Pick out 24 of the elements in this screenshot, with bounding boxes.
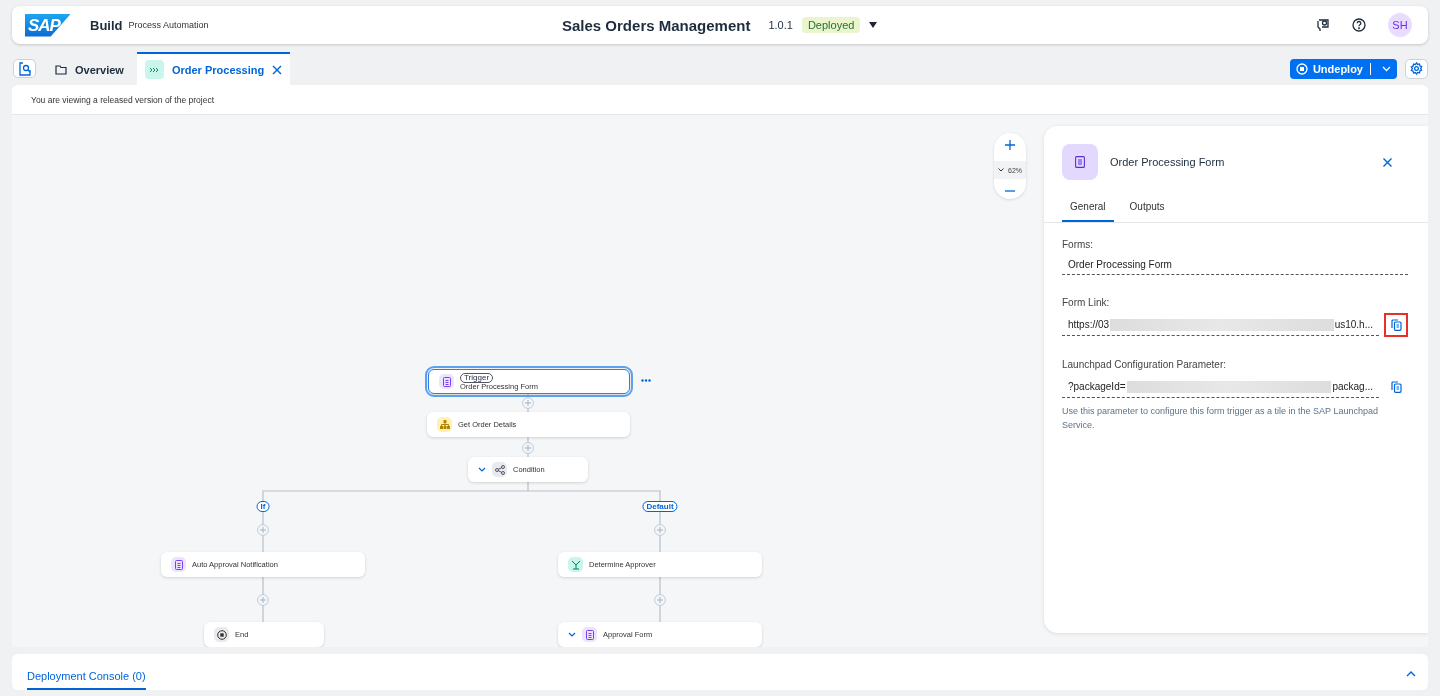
status-badge: Deployed	[801, 17, 861, 33]
logo[interactable]: SAP	[25, 13, 71, 37]
project-title: Sales Orders Management	[562, 16, 751, 34]
field-value: ?packageId= packag...	[1062, 376, 1379, 398]
field-hint: Use this parameter to configure this form trigger as a tile in the SAP Launchpad Service.	[1062, 405, 1379, 432]
console-tab[interactable]: Deployment Console (0)	[27, 670, 146, 690]
field-label: Forms:	[1062, 239, 1095, 250]
panel-tab[interactable]: Outputs	[1121, 196, 1173, 222]
info-message: You are viewing a released version of the project	[31, 94, 215, 105]
branch-label: If	[256, 501, 270, 512]
field-value: Order Processing Form	[1062, 255, 1408, 275]
undeploy-button[interactable]: Undeploy	[1289, 58, 1397, 79]
product-name: Build	[90, 17, 123, 33]
user-avatar[interactable]: SH	[1388, 13, 1412, 37]
editor-tab[interactable]: Order Processing	[136, 52, 291, 85]
field-value: https://03 us10.h...	[1062, 314, 1379, 336]
version-label: 1.0.1	[768, 19, 793, 31]
editor-tab[interactable]: Overview	[45, 52, 134, 85]
panel-title: Order Processing Form	[1110, 156, 1225, 168]
branch-label: Default	[642, 501, 678, 512]
panel-tab[interactable]: General	[1062, 196, 1114, 222]
field-label: Launchpad Configuration Parameter:	[1062, 359, 1227, 370]
product-subtitle: Process Automation	[128, 20, 209, 30]
field-label: Form Link:	[1062, 297, 1111, 308]
